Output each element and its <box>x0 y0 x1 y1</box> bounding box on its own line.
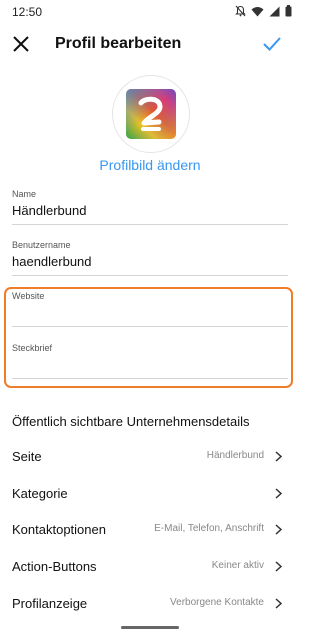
username-input[interactable]: haendlerbund <box>12 254 288 270</box>
row-seite[interactable]: Seite Händlerbund <box>0 439 300 475</box>
row-kategorie-label: Kategorie <box>12 486 68 501</box>
username-field-underline <box>12 275 288 276</box>
profile-avatar[interactable] <box>112 75 190 153</box>
name-field-label: Name <box>12 189 37 199</box>
row-seite-label: Seite <box>12 449 42 464</box>
row-action-buttons-value: Keiner aktiv <box>211 560 264 571</box>
wifi-icon <box>251 6 264 16</box>
row-profilanzeige-value: Verborgene Kontakte <box>170 597 264 608</box>
row-profilanzeige[interactable]: Profilanzeige Verborgene Kontakte <box>0 586 300 622</box>
row-kontaktoptionen-value: E-Mail, Telefon, Anschrift <box>154 523 264 534</box>
mute-icon <box>235 5 246 17</box>
checkmark-icon <box>263 37 281 51</box>
signal-icon <box>269 6 280 16</box>
row-action-buttons-label: Action-Buttons <box>12 559 97 574</box>
brand-logo <box>126 89 176 139</box>
name-field[interactable]: Name Händlerbund <box>12 189 288 225</box>
battery-icon <box>285 5 292 17</box>
chevron-right-icon <box>275 524 282 535</box>
chevron-right-icon <box>275 488 282 499</box>
close-button[interactable] <box>12 35 30 53</box>
row-action-buttons[interactable]: Action-Buttons Keiner aktiv <box>0 549 300 585</box>
change-profile-photo-link[interactable]: Profilbild ändern <box>0 157 300 173</box>
status-icons <box>235 4 292 18</box>
row-profilanzeige-label: Profilanzeige <box>12 596 88 611</box>
business-section-title: Öffentlich sichtbare Unternehmensdetails <box>12 414 250 429</box>
chevron-right-icon <box>275 561 282 572</box>
status-time: 12:50 <box>12 5 43 19</box>
top-app-bar: Profil bearbeiten <box>0 26 300 62</box>
row-kontaktoptionen[interactable]: Kontaktoptionen E-Mail, Telefon, Anschri… <box>0 512 300 548</box>
name-field-underline <box>12 224 288 225</box>
chevron-right-icon <box>275 598 282 609</box>
row-seite-value: Händlerbund <box>206 450 264 461</box>
status-bar: 12:50 <box>0 0 300 24</box>
username-field-label: Benutzername <box>12 240 71 250</box>
chevron-right-icon <box>275 451 282 462</box>
home-indicator[interactable] <box>121 626 179 629</box>
row-kontaktoptionen-label: Kontaktoptionen <box>12 522 106 537</box>
username-field[interactable]: Benutzername haendlerbund <box>12 240 288 276</box>
confirm-button[interactable] <box>262 35 282 53</box>
row-kategorie[interactable]: Kategorie <box>0 476 300 512</box>
close-icon <box>13 36 29 52</box>
page-title: Profil bearbeiten <box>55 35 182 52</box>
highlight-frame <box>4 287 293 388</box>
name-input[interactable]: Händlerbund <box>12 203 288 219</box>
